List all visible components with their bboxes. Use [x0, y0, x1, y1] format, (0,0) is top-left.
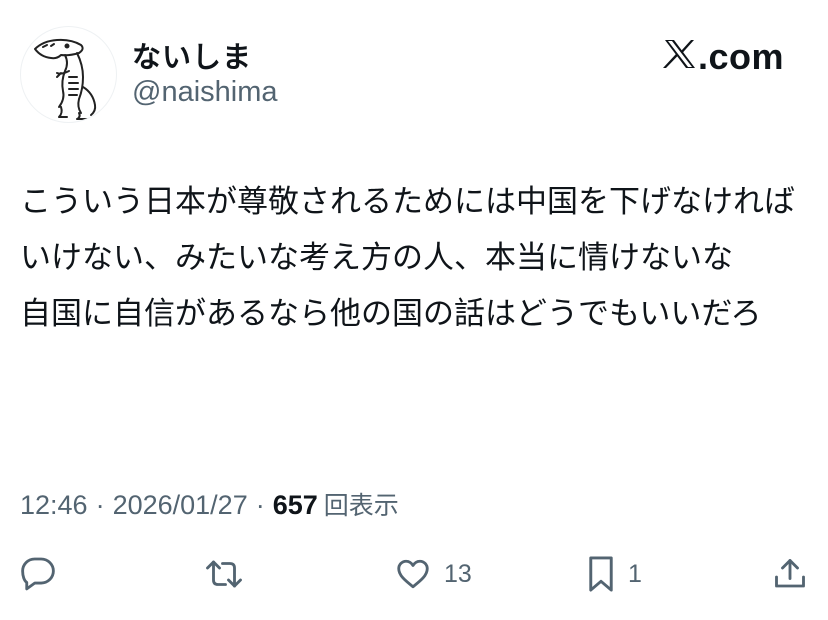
share-icon: [775, 559, 805, 588]
tweet-time[interactable]: 12:46: [20, 490, 88, 521]
bookmark-icon: [589, 556, 613, 592]
bookmark-count: 1: [628, 559, 642, 588]
views-count: 657: [272, 490, 318, 520]
meta-separator: ·: [255, 490, 265, 520]
retweet-button[interactable]: [204, 552, 244, 596]
brand-label: .com: [697, 36, 784, 77]
views-label: 回表示: [323, 491, 399, 520]
dinosaur-illustration: [34, 38, 97, 120]
tweet-card: ないしま @naishima .com こういう日本が尊敬されるためには中国を下…: [0, 0, 828, 620]
reply-button[interactable]: [20, 552, 56, 596]
x-logo-icon: [662, 36, 697, 78]
retweet-icon: [206, 560, 242, 588]
like-count: 13: [444, 559, 472, 588]
share-button[interactable]: [772, 552, 808, 596]
like-button[interactable]: 13: [394, 552, 472, 596]
action-bar: 13 1: [0, 552, 828, 596]
tweet-date[interactable]: 2026/01/27: [113, 490, 248, 521]
heart-icon: [397, 559, 429, 589]
meta-separator: ·: [95, 490, 105, 520]
tweet-meta: 12:46 · 2026/01/27 · 657 回表示: [20, 486, 399, 522]
brand-link[interactable]: .com: [662, 36, 784, 78]
tweet-text: こういう日本が尊敬されるためには中国を下げなければいけない、みたいな考え方の人、…: [20, 184, 795, 332]
user-handle[interactable]: @naishima: [132, 76, 278, 109]
reply-icon: [21, 557, 55, 591]
display-name[interactable]: ないしま: [132, 34, 252, 76]
bookmark-button[interactable]: 1: [586, 552, 642, 596]
avatar[interactable]: [20, 26, 117, 123]
